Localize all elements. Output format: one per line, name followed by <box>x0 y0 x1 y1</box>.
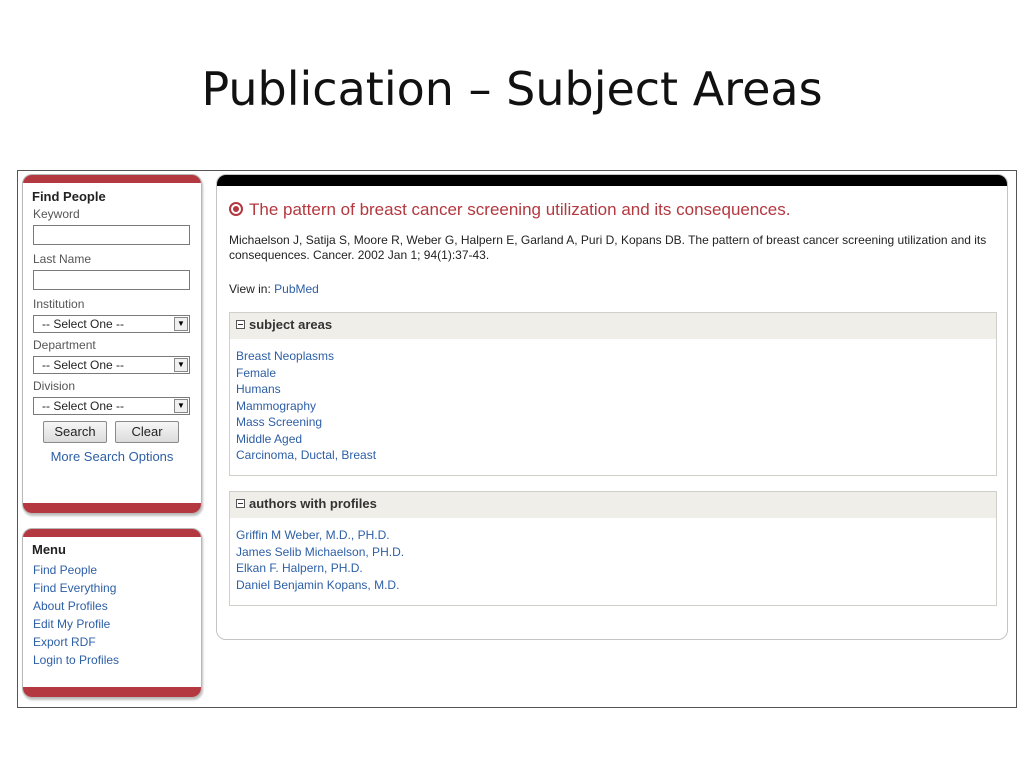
menu-item-find-everything[interactable]: Find Everything <box>33 579 201 597</box>
keyword-label: Keyword <box>33 207 80 221</box>
subject-area-link[interactable]: Mass Screening <box>236 414 996 431</box>
publication-title-text: The pattern of breast cancer screening u… <box>249 200 791 219</box>
search-button-row: Search Clear <box>43 421 201 443</box>
menu-item-login[interactable]: Login to Profiles <box>33 651 201 669</box>
division-label: Division <box>33 379 76 393</box>
publication-title: The pattern of breast cancer screening u… <box>229 200 791 220</box>
author-link[interactable]: Griffin M Weber, M.D., PH.D. <box>236 527 996 544</box>
menu-heading: Menu <box>32 542 66 557</box>
panel-cap-top <box>23 529 201 537</box>
author-link[interactable]: Daniel Benjamin Kopans, M.D. <box>236 577 996 594</box>
subject-areas-header[interactable]: subject areas <box>230 313 996 339</box>
slide-title: Publication – Subject Areas <box>201 62 823 116</box>
search-button[interactable]: Search <box>43 421 107 443</box>
collapse-icon[interactable] <box>236 499 245 508</box>
department-label: Department <box>33 338 96 352</box>
chevron-down-icon[interactable]: ▼ <box>174 358 188 372</box>
more-search-options-link[interactable]: More Search Options <box>23 449 201 464</box>
keyword-input[interactable] <box>33 225 190 245</box>
panel-cap-bottom <box>23 503 201 513</box>
author-link[interactable]: James Selib Michaelson, PH.D. <box>236 544 996 561</box>
department-select[interactable]: -- Select One -- ▼ <box>33 356 190 374</box>
division-select-value: -- Select One -- <box>42 399 125 413</box>
menu-item-about-profiles[interactable]: About Profiles <box>33 597 201 615</box>
radio-icon <box>229 202 243 216</box>
panel-cap-bottom <box>23 687 201 697</box>
menu-item-export-rdf[interactable]: Export RDF <box>33 633 201 651</box>
last-name-input[interactable] <box>33 270 190 290</box>
author-link[interactable]: Elkan F. Halpern, PH.D. <box>236 560 996 577</box>
chevron-down-icon[interactable]: ▼ <box>174 317 188 331</box>
subject-area-link[interactable]: Female <box>236 365 996 382</box>
subject-areas-list: Breast Neoplasms Female Humans Mammograp… <box>230 339 996 473</box>
authors-section: authors with profiles Griffin M Weber, M… <box>229 491 997 606</box>
chevron-down-icon[interactable]: ▼ <box>174 399 188 413</box>
subject-area-link[interactable]: Humans <box>236 381 996 398</box>
view-in-row: View in: PubMed <box>229 282 319 296</box>
authors-heading: authors with profiles <box>249 496 377 511</box>
institution-label: Institution <box>33 297 85 311</box>
subject-areas-section: subject areas Breast Neoplasms Female Hu… <box>229 312 997 476</box>
subject-area-link[interactable]: Carcinoma, Ductal, Breast <box>236 447 996 464</box>
publication-citation: Michaelson J, Satija S, Moore R, Weber G… <box>229 233 987 262</box>
menu-item-edit-my-profile[interactable]: Edit My Profile <box>33 615 201 633</box>
subject-area-link[interactable]: Middle Aged <box>236 431 996 448</box>
institution-select-value: -- Select One -- <box>42 317 125 331</box>
department-select-value: -- Select One -- <box>42 358 125 372</box>
find-people-panel: Find People Keyword Last Name Institutio… <box>22 174 202 514</box>
authors-header[interactable]: authors with profiles <box>230 492 996 518</box>
clear-button[interactable]: Clear <box>115 421 179 443</box>
collapse-icon[interactable] <box>236 320 245 329</box>
authors-list: Griffin M Weber, M.D., PH.D. James Selib… <box>230 518 996 602</box>
panel-cap-top <box>23 175 201 183</box>
menu-item-find-people[interactable]: Find People <box>33 561 201 579</box>
subject-areas-heading: subject areas <box>249 317 333 332</box>
menu-panel: Menu Find People Find Everything About P… <box>22 528 202 698</box>
view-in-label: View in: <box>229 282 275 296</box>
panel-cap-top <box>217 175 1007 186</box>
subject-area-link[interactable]: Mammography <box>236 398 996 415</box>
pubmed-link[interactable]: PubMed <box>274 282 319 296</box>
institution-select[interactable]: -- Select One -- ▼ <box>33 315 190 333</box>
publication-panel: The pattern of breast cancer screening u… <box>216 174 1008 640</box>
division-select[interactable]: -- Select One -- ▼ <box>33 397 190 415</box>
find-people-heading: Find People <box>32 189 106 204</box>
subject-area-link[interactable]: Breast Neoplasms <box>236 348 996 365</box>
last-name-label: Last Name <box>33 252 92 266</box>
